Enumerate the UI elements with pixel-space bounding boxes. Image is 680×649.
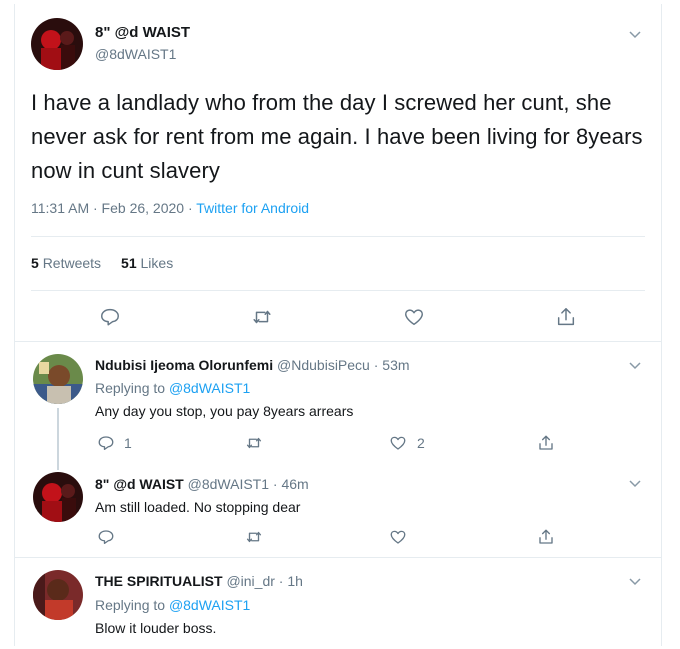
avatar[interactable] [33,570,83,620]
author-handle[interactable]: @8dWAIST1 · 46m [188,476,309,492]
author-name[interactable]: 8" @d WAIST [95,476,184,492]
reply-icon[interactable] [97,434,115,452]
replying-to-handle[interactable]: @8dWAIST1 [169,597,250,613]
replying-label: Replying to [95,597,169,613]
reply-tweet[interactable]: Ndubisi Ijeoma Olorunfemi @NdubisiPecu ·… [15,342,661,458]
reply-header: 8" @d WAIST @8dWAIST1 · 46m [95,476,309,492]
author-name[interactable]: 8" @d WAIST [95,24,190,41]
reply-text: Blow it louder boss. [95,620,217,636]
reply-count: 1 [124,435,132,451]
replying-to: Replying to @8dWAIST1 [95,597,250,613]
heart-icon[interactable] [389,434,407,452]
author-handle[interactable]: @NdubisiPecu · 53m [277,357,410,373]
chevron-down-icon[interactable] [627,357,643,373]
retweets-count: 5 [31,255,39,271]
source-link[interactable]: Twitter for Android [196,200,309,216]
replying-label: Replying to [95,380,169,396]
share-icon[interactable] [555,306,577,328]
chevron-down-icon[interactable] [627,26,643,42]
chevron-down-icon[interactable] [627,475,643,491]
chevron-down-icon[interactable] [627,573,643,589]
retweet-icon[interactable] [245,434,263,452]
author-handle[interactable]: @ini_dr · 1h [226,573,302,589]
share-icon[interactable] [537,528,555,546]
heart-icon[interactable] [389,528,407,546]
reply-header: Ndubisi Ijeoma Olorunfemi @NdubisiPecu ·… [95,357,410,373]
tweet-text: I have a landlady who from the day I scr… [31,90,643,183]
retweets-stat[interactable]: 5 Retweets [31,255,101,271]
tweet-thread: 8" @d WAIST @8dWAIST1 I have a landlady … [14,4,662,646]
timestamp[interactable]: 11:31 AM · Feb 26, 2020 · [31,200,196,216]
share-icon[interactable] [537,434,555,452]
main-tweet: 8" @d WAIST @8dWAIST1 I have a landlady … [15,4,661,342]
reply-header: THE SPIRITUALIST @ini_dr · 1h [95,573,303,589]
avatar[interactable] [33,354,83,404]
reply-tweet[interactable]: THE SPIRITUALIST @ini_dr · 1h Replying t… [15,558,661,646]
heart-icon[interactable] [403,306,425,328]
avatar[interactable] [33,472,83,522]
reply-text: Any day you stop, you pay 8years arrears [95,403,354,419]
author-name[interactable]: THE SPIRITUALIST [95,573,223,589]
tweet-meta: 11:31 AM · Feb 26, 2020 · Twitter for An… [31,200,309,216]
likes-stat[interactable]: 51 Likes [121,255,173,271]
retweets-label: Retweets [42,255,102,271]
reply-icon[interactable] [99,306,121,328]
author-name[interactable]: Ndubisi Ijeoma Olorunfemi [95,357,273,373]
reply-tweet[interactable]: 8" @d WAIST @8dWAIST1 · 46m Am still loa… [15,458,661,558]
reply-text: Am still loaded. No stopping dear [95,499,301,515]
reply-icon[interactable] [97,528,115,546]
likes-label: Likes [140,255,174,271]
replying-to: Replying to @8dWAIST1 [95,380,250,396]
divider [31,236,645,237]
retweet-icon[interactable] [251,306,273,328]
divider [31,290,645,291]
avatar[interactable] [31,18,83,70]
replying-to-handle[interactable]: @8dWAIST1 [169,380,250,396]
likes-count: 51 [121,255,137,271]
author-handle[interactable]: @8dWAIST1 [95,46,176,62]
engagement-stats: 5 Retweets 51 Likes [31,255,173,271]
retweet-icon[interactable] [245,528,263,546]
like-count: 2 [417,435,425,451]
